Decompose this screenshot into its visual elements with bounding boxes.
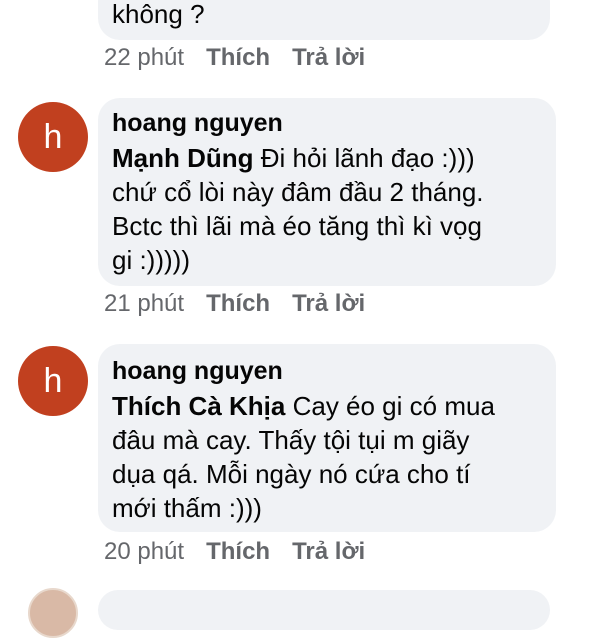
reply-link[interactable]: Trả lời [292, 44, 365, 71]
comment-time: 20 phút [104, 538, 185, 565]
comment-text-line: Bctc thì lãi mà éo tăng thì kì vọg [112, 211, 482, 241]
comment-text-line: không ? [112, 0, 205, 29]
comment-text-line: Mạnh Dũng Đi hỏi lãnh đạo :))) [112, 142, 475, 174]
comment-text-line: Thích Cà Khịa Cay éo gi có mua [112, 390, 495, 422]
comment-text: Cay éo gi có mua [285, 391, 495, 421]
comment-time: 22 phút [104, 44, 185, 71]
comment-meta: 21 phút Thích Trả lời [104, 290, 365, 318]
like-link[interactable]: Thích [206, 290, 270, 317]
comment-text-line: mới thấm :))) [112, 493, 262, 523]
comment-meta-top: 22 phút Thích Trả lời [104, 44, 365, 72]
comment-text-line: gi :))))) [112, 245, 190, 275]
comment-text: Đi hỏi lãnh đạo :))) [253, 143, 475, 173]
like-link[interactable]: Thích [206, 538, 270, 565]
avatar[interactable] [28, 588, 78, 638]
comment-text-line: đâu mà cay. Thấy tội tụi m giãy [112, 425, 470, 455]
avatar[interactable]: h [18, 102, 88, 172]
comment-bubble: hoang nguyen Mạnh Dũng Đi hỏi lãnh đạo :… [98, 98, 556, 286]
mention-link[interactable]: Thích Cà Khịa [112, 391, 285, 421]
comment-author[interactable]: hoang nguyen [112, 108, 283, 138]
like-link[interactable]: Thích [206, 44, 270, 71]
comment-bubble [98, 590, 550, 630]
comment-bubble-top: không ? [98, 0, 550, 40]
comment-time: 21 phút [104, 290, 185, 317]
comment-author[interactable]: hoang nguyen [112, 356, 283, 386]
reply-link[interactable]: Trả lời [292, 290, 365, 317]
mention-link[interactable]: Mạnh Dũng [112, 143, 254, 173]
comment-text-line: dụa qá. Mỗi ngày nó cứa cho tí [112, 459, 471, 489]
reply-link[interactable]: Trả lời [292, 538, 365, 565]
comment-bubble: hoang nguyen Thích Cà Khịa Cay éo gi có … [98, 344, 556, 532]
comment-meta: 20 phút Thích Trả lời [104, 538, 365, 566]
comment-text-line: chứ cổ lòi này đâm đầu 2 tháng. [112, 177, 484, 207]
avatar[interactable]: h [18, 346, 88, 416]
